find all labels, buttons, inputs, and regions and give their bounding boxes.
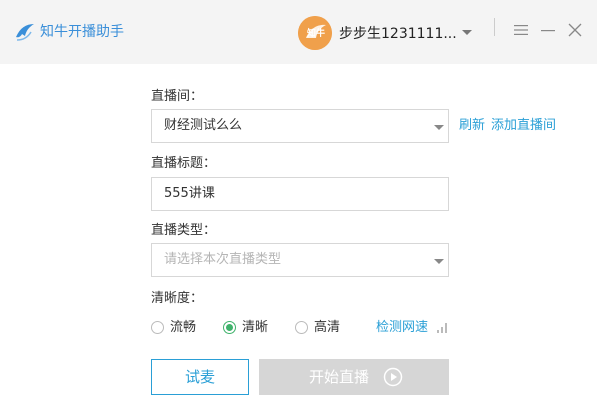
type-select-placeholder: 请选择本次直播类型 xyxy=(164,252,282,267)
avatar[interactable]: 知牛 xyxy=(298,16,332,50)
radio-label: 高清 xyxy=(314,320,341,335)
title-input-value: 555讲课 xyxy=(164,186,215,201)
dropdown-arrow-icon xyxy=(434,125,444,130)
room-select[interactable]: 财经测试么么 xyxy=(151,109,449,143)
radio-circle[interactable] xyxy=(151,321,164,334)
refresh-link[interactable]: 刷新 xyxy=(459,118,485,134)
radio-circle-selected[interactable] xyxy=(223,321,236,334)
add-room-link[interactable]: 添加直播间 xyxy=(491,118,556,134)
radio-label: 流畅 xyxy=(170,320,197,335)
quality-label: 清晰度： xyxy=(151,291,204,306)
app-logo-icon xyxy=(16,24,34,41)
radio-label: 清晰 xyxy=(242,320,269,335)
test-mic-button[interactable]: 试麦 xyxy=(151,359,249,395)
user-name[interactable]: 步步生1231111... xyxy=(339,25,457,43)
room-label: 直播间： xyxy=(151,89,204,104)
room-select-value: 财经测试么么 xyxy=(164,118,243,133)
app-title: 知牛开播助手 xyxy=(40,24,124,40)
start-live-label: 开始直播 xyxy=(309,368,370,386)
type-select[interactable]: 请选择本次直播类型 xyxy=(151,243,449,277)
chevron-down-icon[interactable] xyxy=(460,25,474,39)
type-label: 直播类型： xyxy=(151,223,217,238)
minimize-icon[interactable] xyxy=(540,22,556,38)
play-icon xyxy=(383,367,403,387)
title-input[interactable]: 555讲课 xyxy=(151,177,449,211)
title-label: 直播标题： xyxy=(151,156,217,171)
close-icon[interactable] xyxy=(567,22,583,38)
avatar-text: 知牛 xyxy=(307,29,326,39)
speed-test-link[interactable]: 检测网速 xyxy=(376,320,428,336)
title-bar: 知牛开播助手 知牛 步步生1231111... xyxy=(0,0,597,64)
dropdown-arrow-icon xyxy=(434,259,444,264)
divider xyxy=(494,18,495,36)
menu-icon[interactable] xyxy=(513,22,529,38)
signal-bars-icon xyxy=(437,323,447,333)
start-live-button[interactable]: 开始直播 xyxy=(259,359,449,395)
radio-circle[interactable] xyxy=(295,321,308,334)
